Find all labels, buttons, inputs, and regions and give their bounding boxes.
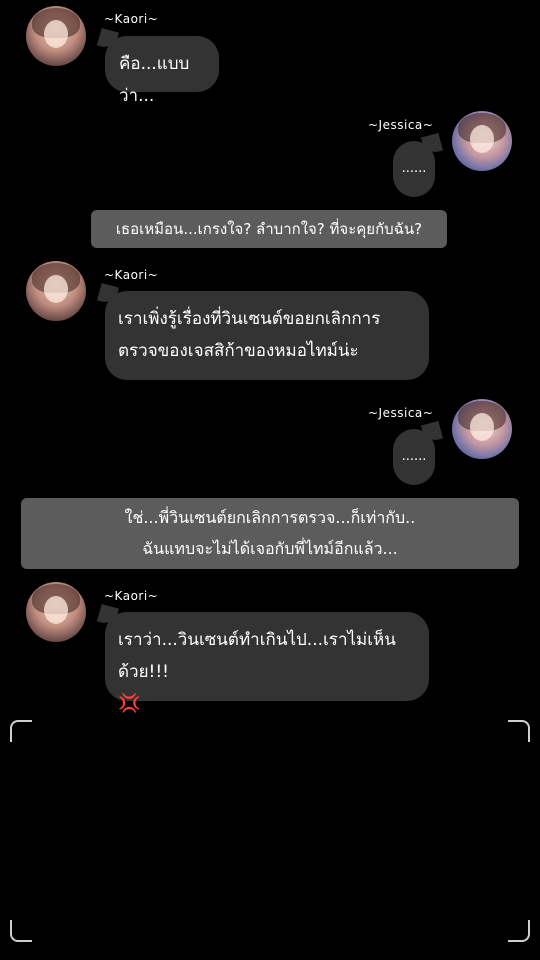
message-bubble-jessica: ...... [393, 429, 435, 485]
message-bubble-kaori: เราว่า...วินเซนต์ทำเกินไป...เราไม่เห็นด้… [105, 612, 429, 714]
message-bubble-jessica: ...... [393, 141, 435, 197]
sender-name-kaori: ~Kaori~ [104, 12, 159, 26]
anger-symbol-icon: 💢 [118, 693, 141, 714]
frame-corner-top-right [508, 720, 530, 742]
frame-corner-bottom-left [10, 920, 32, 942]
avatar-kaori[interactable] [26, 6, 86, 66]
narration-box: เธอเหมือน...เกรงใจ? ลำบากใจ? ที่จะคุยกับ… [91, 210, 447, 248]
narration-box: ใช่...พี่วินเซนต์ยกเลิกการตรวจ...ก็เท่าก… [21, 498, 519, 569]
avatar-jessica[interactable] [452, 399, 512, 459]
narration-text: เธอเหมือน...เกรงใจ? ลำบากใจ? ที่จะคุยกับ… [115, 220, 423, 238]
sender-name-kaori: ~Kaori~ [104, 268, 159, 282]
sender-name-jessica: ~Jessica~ [368, 406, 434, 420]
message-text: ...... [401, 161, 427, 176]
message-bubble-kaori: เราเพิ่งรู้เรื่องที่วินเซนต์ขอยกเลิกการ … [105, 291, 429, 380]
message-text-line: ตรวจของเจสสิก้าของหมอไทม์น่ะ [118, 341, 359, 361]
avatar-kaori[interactable] [26, 261, 86, 321]
frame-corner-bottom-right [508, 920, 530, 942]
message-text-line: เราเพิ่งรู้เรื่องที่วินเซนต์ขอยกเลิกการ [118, 309, 381, 329]
avatar-kaori[interactable] [26, 582, 86, 642]
message-text-line: เราว่า...วินเซนต์ทำเกินไป...เราไม่เห็นด้… [118, 630, 396, 682]
sender-name-jessica: ~Jessica~ [368, 118, 434, 132]
message-text: ...... [401, 449, 427, 464]
frame-corner-top-left [10, 720, 32, 742]
message-text: คือ...แบบว่า... [119, 54, 190, 106]
narration-text-line: ใช่...พี่วินเซนต์ยกเลิกการตรวจ...ก็เท่าก… [124, 508, 416, 527]
sender-name-kaori: ~Kaori~ [104, 589, 159, 603]
message-bubble-kaori: คือ...แบบว่า... [105, 36, 219, 106]
avatar-jessica[interactable] [452, 111, 512, 171]
narration-text-line: ฉันแทบจะไม่ได้เจอกับพี่ไทม์อีกแล้ว... [142, 539, 398, 558]
